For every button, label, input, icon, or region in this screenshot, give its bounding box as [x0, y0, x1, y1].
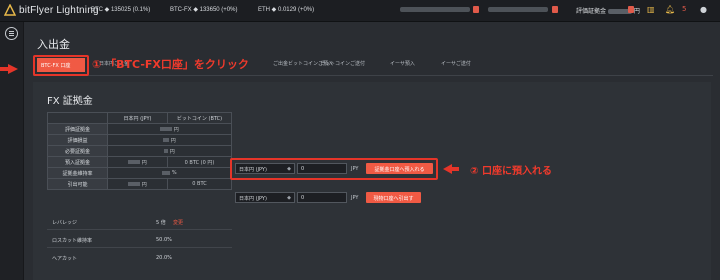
deposit-button[interactable]: 証拠金口座へ預入れる	[366, 163, 433, 174]
deposit-currency-select[interactable]: 日本円 (JPY) ◆	[235, 163, 295, 174]
redacted-marker-2	[552, 6, 558, 13]
pointer-arrow-right	[443, 164, 459, 174]
tab-eth-send[interactable]: イーサご送付	[441, 60, 471, 67]
redacted-balance-2	[488, 7, 548, 12]
row-value: 円	[107, 134, 232, 146]
losscut-value: 50.0%	[156, 237, 172, 243]
leverage-value: 5 倍	[156, 220, 166, 226]
divider	[47, 247, 232, 248]
withdraw-button[interactable]: 現物口座へ引出す	[366, 192, 421, 203]
highlight-box-tab	[33, 55, 89, 76]
tab-withdraw[interactable]: ご出金	[273, 60, 288, 67]
annotation-step2: ② 口座に預入れる	[470, 166, 552, 177]
user-icon[interactable]: ●	[700, 5, 707, 14]
logo-text: bitFlyer Lightning	[19, 4, 99, 16]
annotation-step1: ① 「BTC-FX口座」をクリック	[92, 58, 249, 71]
table-row: 評価損益 円	[47, 134, 232, 146]
table-row: 預入証拠金 円 0 BTC (0 円)	[47, 156, 232, 168]
row-label: 評価証拠金	[47, 123, 108, 135]
leverage-change-link[interactable]: 変更	[173, 219, 183, 226]
row-value-jpy: 円	[107, 156, 168, 168]
deposit-amount-input[interactable]: 0	[297, 163, 347, 174]
row-value-btc: 0 BTC	[167, 178, 232, 190]
redacted-marker-1	[473, 6, 479, 13]
deposit-currency-value: 日本円 (JPY)	[239, 167, 267, 173]
page-title: 入出金	[37, 38, 70, 51]
haircut-value: 20.0%	[156, 255, 172, 261]
tab-eth-deposit[interactable]: イーサ預入	[390, 60, 415, 67]
tab-btc-send[interactable]: ビットコインご送付	[320, 60, 365, 67]
table-header: 日本円 (JPY)	[107, 112, 168, 124]
select-caret-icon: ◆	[287, 166, 291, 172]
select-caret-icon: ◆	[287, 195, 291, 201]
row-value: 円	[107, 145, 232, 157]
row-label: 証拠金維持率	[47, 167, 108, 179]
deposit-unit: JPY	[351, 166, 359, 172]
section-title: FX 証拠金	[47, 96, 93, 107]
eval-margin-unit: 円	[633, 8, 640, 15]
row-value: %	[107, 167, 232, 179]
top-bar: bitFlyer Lightning BTC ◆ 135025 (0.1%) B…	[0, 0, 720, 22]
table-header	[47, 112, 108, 124]
row-value-btc: 0 BTC (0 円)	[167, 156, 232, 168]
withdraw-currency-value: 日本円 (JPY)	[239, 196, 267, 202]
margin-table: 日本円 (JPY) ビットコイン (BTC) 評価証拠金 円 評価損益 円 必要…	[47, 112, 232, 190]
withdraw-currency-select[interactable]: 日本円 (JPY) ◆	[235, 192, 295, 203]
divider	[47, 229, 232, 230]
losscut-label: ロスカット維持率	[52, 238, 93, 244]
pointer-arrow-left	[0, 64, 18, 74]
sidebar	[0, 22, 24, 280]
eth-ticker[interactable]: ETH ◆ 0.0129 (+0%)	[258, 6, 314, 13]
eval-margin-label: 評価証拠金	[576, 8, 607, 15]
row-label: 必要証拠金	[47, 145, 108, 157]
btc-fx-ticker[interactable]: BTC-FX ◆ 133650 (+0%)	[170, 6, 237, 13]
table-row: 証拠金維持率 %	[47, 167, 232, 179]
redacted-marker-3	[628, 6, 634, 13]
row-label: 預入証拠金	[47, 156, 108, 168]
menu-icon[interactable]	[5, 27, 18, 40]
row-value-jpy: 円	[107, 178, 168, 190]
logo[interactable]: bitFlyer Lightning	[4, 4, 99, 16]
row-value: 円	[107, 123, 232, 135]
haircut-label: ヘアカット	[52, 256, 78, 262]
table-header-row: 日本円 (JPY) ビットコイン (BTC)	[47, 112, 232, 124]
table-row: 評価証拠金 円	[47, 123, 232, 135]
table-header: ビットコイン (BTC)	[167, 112, 232, 124]
withdraw-unit: JPY	[351, 195, 359, 201]
row-label: 評価損益	[47, 134, 108, 146]
chart-icon[interactable]: ▥	[647, 5, 655, 14]
withdraw-amount-input[interactable]: 0	[297, 192, 347, 203]
leverage-label: レバレッジ	[52, 220, 78, 226]
logo-triangle-icon	[4, 4, 16, 16]
btc-ticker[interactable]: BTC ◆ 135025 (0.1%)	[91, 6, 150, 13]
table-row: 必要証拠金 円	[47, 145, 232, 157]
row-label: 引出可能	[47, 178, 108, 190]
notification-count[interactable]: 5	[682, 5, 686, 13]
bell-icon[interactable]: 🔔︎	[665, 5, 675, 14]
redacted-balance-1	[400, 7, 470, 12]
table-row: 引出可能 円 0 BTC	[47, 178, 232, 190]
